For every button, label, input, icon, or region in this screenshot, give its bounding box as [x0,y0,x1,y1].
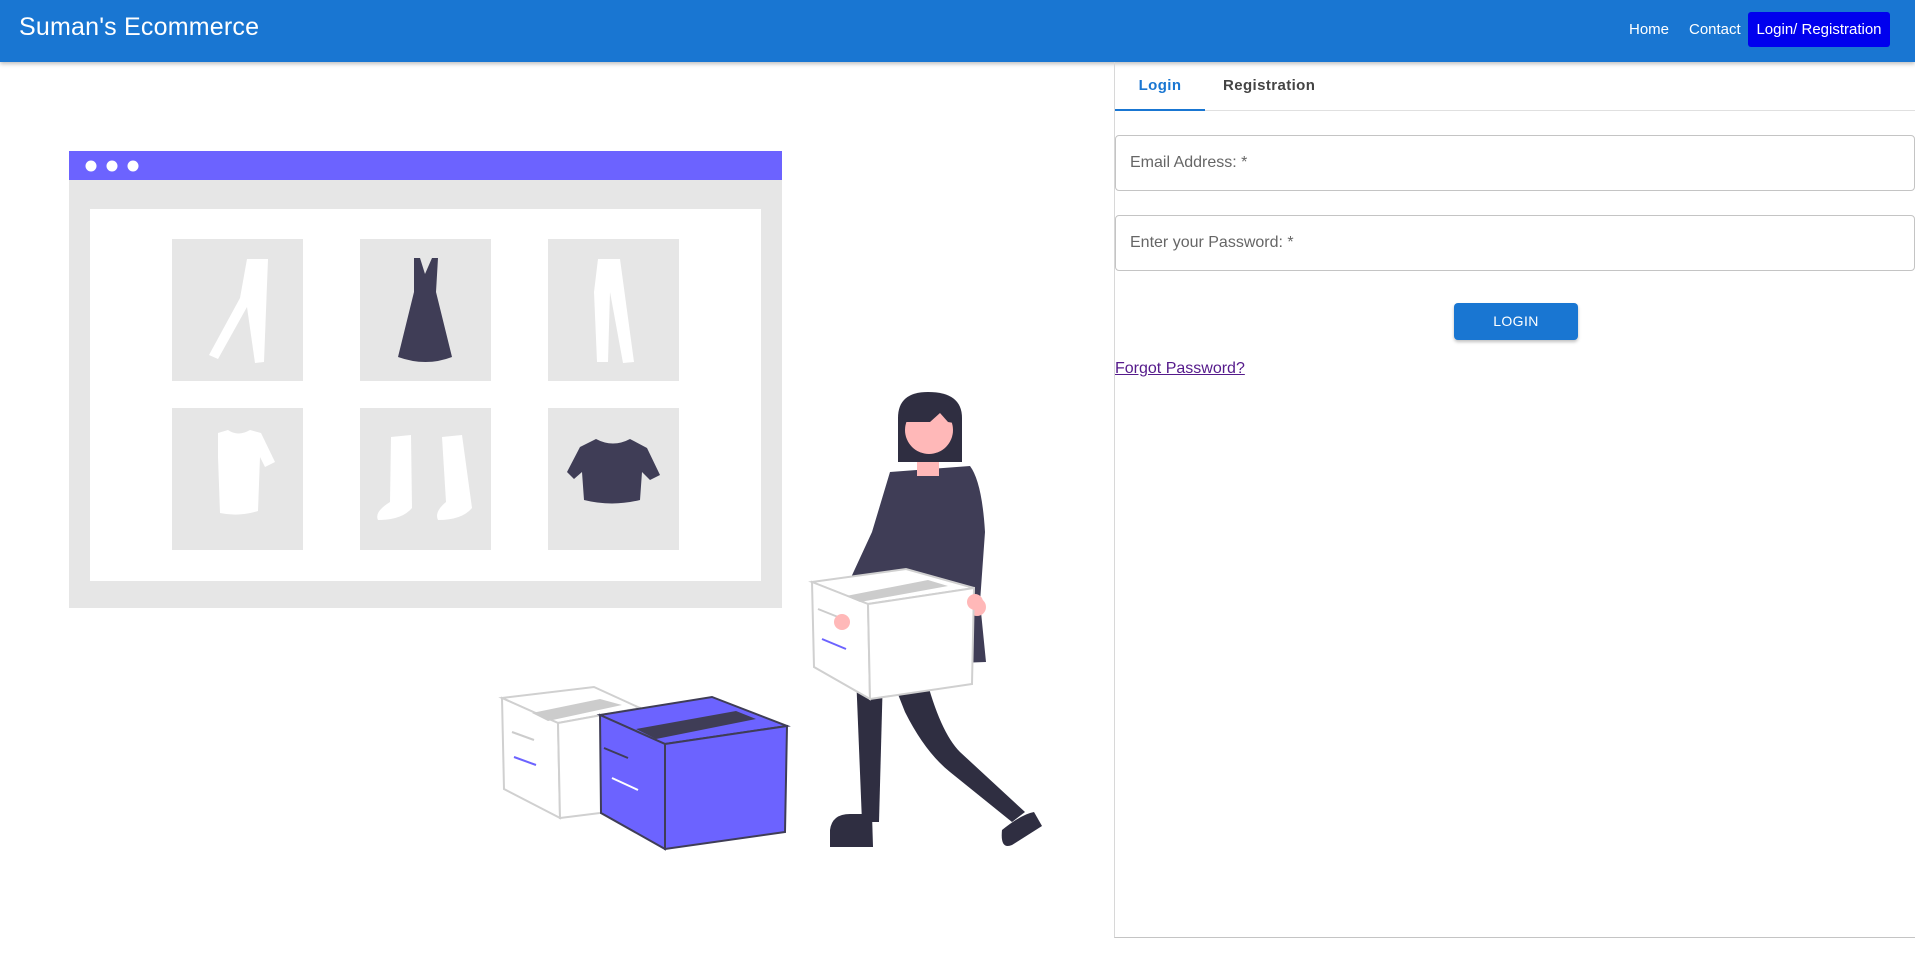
tab-login[interactable]: Login [1115,62,1205,111]
box-icon [596,695,791,851]
illustration-svg [69,151,1042,851]
tab-registration[interactable]: Registration [1223,62,1315,110]
auth-tabs: Login Registration [1115,62,1915,111]
password-input[interactable] [1116,216,1914,270]
box-icon [808,567,983,701]
nav-login-registration-button[interactable]: Login/ Registration [1748,12,1890,47]
browser-window-graphic [69,151,782,608]
shopping-illustration [0,62,1114,962]
app-bar: Suman's Ecommerce Home Contact Login/ Re… [0,0,1915,62]
nav-home-link[interactable]: Home [1629,21,1669,38]
nav-contact-link[interactable]: Contact [1689,21,1741,38]
auth-panel: Login Registration LOGIN Forgot Password… [1114,62,1915,938]
login-button[interactable]: LOGIN [1454,303,1578,340]
brand-title[interactable]: Suman's Ecommerce [19,13,259,42]
email-field [1115,135,1915,191]
email-input[interactable] [1116,136,1914,190]
forgot-password-link[interactable]: Forgot Password? [1115,360,1245,378]
password-field [1115,215,1915,271]
